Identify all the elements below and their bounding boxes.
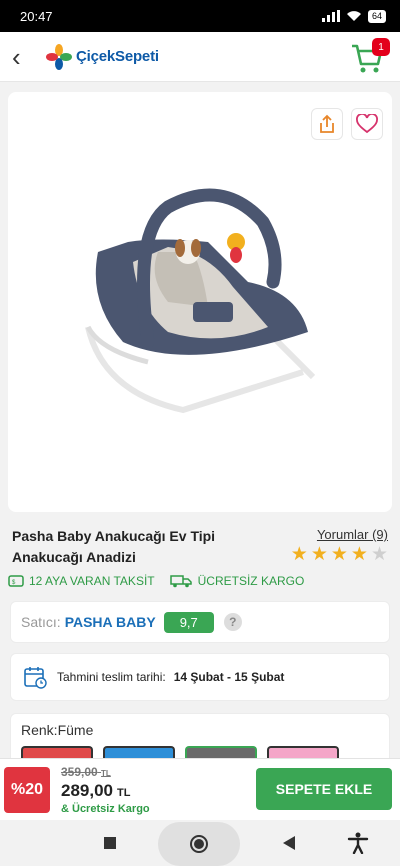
logo[interactable]: ÇiçekSepeti — [46, 43, 159, 70]
app-header: ‹ ÇiçekSepeti 1 — [0, 32, 400, 82]
battery-icon: 64 — [367, 9, 386, 23]
star-icon: ★ — [370, 544, 388, 565]
delivery-date: 14 Şubat - 15 Şubat — [173, 670, 285, 684]
old-price-currency: TL — [101, 769, 111, 778]
home-icon — [190, 835, 208, 853]
free-shipping-note: & Ücretsiz Kargo — [61, 803, 150, 815]
star-icon: ★ — [310, 544, 328, 565]
star-icon: ★ — [330, 544, 348, 565]
accessibility-icon[interactable] — [347, 832, 369, 854]
card-icon: $ — [8, 575, 24, 587]
installment-text: 12 AYA VARAN TAKSİT — [29, 574, 155, 588]
color-label: Renk:Füme — [21, 722, 94, 738]
seller-name-link[interactable]: PASHA BABY — [65, 614, 156, 630]
product-title: Pasha Baby Anakucağı Ev Tipi Anakucağı A… — [12, 528, 216, 565]
price-currency: TL — [117, 787, 131, 799]
cart-button[interactable]: 1 — [350, 38, 390, 76]
cart-count-badge: 1 — [372, 38, 390, 56]
help-icon[interactable]: ? — [223, 613, 242, 631]
status-bar: 20:47 64 — [0, 0, 400, 32]
product-image-card[interactable] — [8, 92, 392, 512]
wifi-icon — [346, 11, 361, 21]
recents-icon[interactable] — [103, 836, 117, 850]
add-to-cart-button[interactable]: SEPETE EKLE — [256, 768, 392, 810]
signal-icon — [321, 10, 340, 22]
product-photo — [85, 188, 316, 414]
old-price: 359,00 TL — [61, 765, 111, 779]
svg-text:$: $ — [12, 580, 16, 586]
status-icons: 64 — [321, 9, 386, 23]
flower-logo-icon — [46, 43, 72, 70]
seller-card: Satıcı: PASHA BABY 9,7 ? — [10, 601, 390, 643]
delivery-label: Tahmini teslim tarihi: — [57, 670, 166, 684]
status-time: 20:47 — [20, 8, 53, 24]
logo-text: ÇiçekSepeti — [76, 48, 159, 65]
star-icon: ★ — [350, 544, 368, 565]
rating-stars[interactable]: ★ ★ ★ ★ ★ — [291, 545, 388, 564]
star-icon: ★ — [290, 544, 308, 565]
system-nav-bar — [0, 820, 400, 866]
price-value: 289,00 — [61, 781, 113, 800]
home-button[interactable] — [158, 822, 240, 866]
truck-icon — [169, 575, 192, 588]
free-shipping-badge: ÜCRETSİZ KARGO — [169, 574, 305, 588]
discount-badge: %20 — [4, 767, 50, 813]
promo-badges: $ 12 AYA VARAN TAKSİT ÜCRETSİZ KARGO — [8, 574, 304, 588]
old-price-value: 359,00 — [61, 765, 98, 779]
delivery-card: Tahmini teslim tarihi: 14 Şubat - 15 Şub… — [10, 653, 390, 701]
purchase-bar: %20 359,00 TL 289,00 TL & Ücretsiz Kargo … — [0, 758, 400, 820]
installment-badge: $ 12 AYA VARAN TAKSİT — [8, 574, 155, 588]
back-icon[interactable]: ‹ — [12, 44, 36, 70]
reviews-link[interactable]: Yorumlar (9) — [317, 527, 388, 542]
calendar-icon — [24, 667, 47, 689]
free-shipping-text: ÜCRETSİZ KARGO — [197, 574, 305, 588]
seller-score-badge: 9,7 — [163, 611, 214, 633]
seller-label: Satıcı: — [21, 614, 61, 630]
back-nav-icon[interactable] — [282, 835, 296, 851]
current-price: 289,00 TL — [61, 781, 130, 801]
